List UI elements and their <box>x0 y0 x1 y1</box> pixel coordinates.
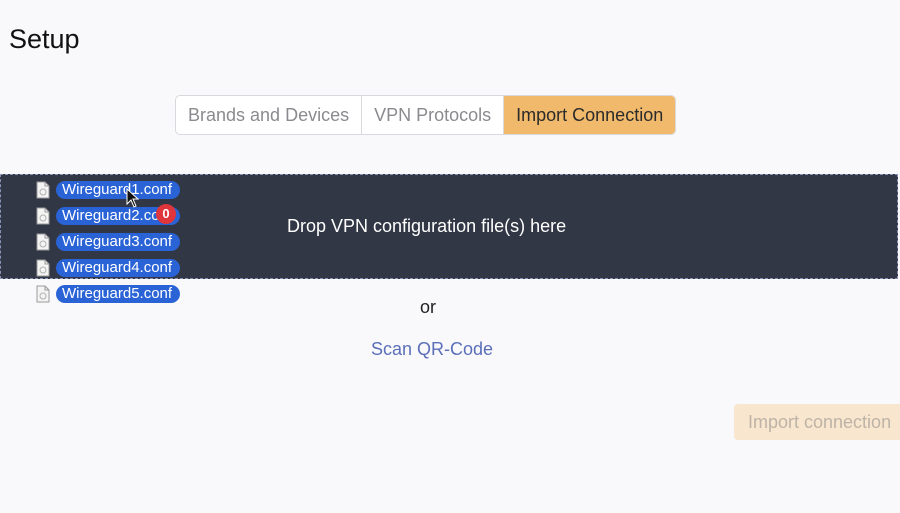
tab-vpn-protocols[interactable]: VPN Protocols <box>362 96 505 134</box>
or-separator: or <box>420 297 437 317</box>
dragged-file: Wireguard5.conf <box>36 281 181 307</box>
drag-count-badge: 0 <box>156 204 176 224</box>
dragged-file-name: Wireguard3.conf <box>56 233 181 251</box>
mouse-pointer-icon <box>126 188 140 208</box>
tab-brands-and-devices[interactable]: Brands and Devices <box>176 96 363 134</box>
dragged-file-name: Wireguard4.conf <box>56 259 181 277</box>
dragged-file-name: Wireguard1.conf <box>56 181 181 199</box>
dragged-file: Wireguard1.conf <box>36 177 181 203</box>
scan-qr-code-link[interactable]: Scan QR-Code <box>371 339 493 360</box>
document-icon <box>36 233 50 251</box>
document-icon <box>36 181 50 199</box>
document-icon <box>36 285 50 303</box>
document-icon <box>36 259 50 277</box>
page-title: Setup <box>9 24 80 54</box>
setup-tabs: Brands and Devices VPN Protocols Import … <box>175 95 677 135</box>
tab-import-connection[interactable]: Import Connection <box>504 96 676 134</box>
dragged-file: Wireguard3.conf <box>36 229 181 255</box>
drop-zone-label: Drop VPN configuration file(s) here <box>287 216 567 236</box>
dragged-file: Wireguard4.conf <box>36 255 181 281</box>
import-connection-button[interactable]: Import connection <box>734 404 900 440</box>
dragged-file-list: Wireguard1.conf Wireguard2.conf Wireguar… <box>36 177 181 307</box>
dragged-file-name: Wireguard5.conf <box>56 285 181 303</box>
document-icon <box>36 207 50 225</box>
